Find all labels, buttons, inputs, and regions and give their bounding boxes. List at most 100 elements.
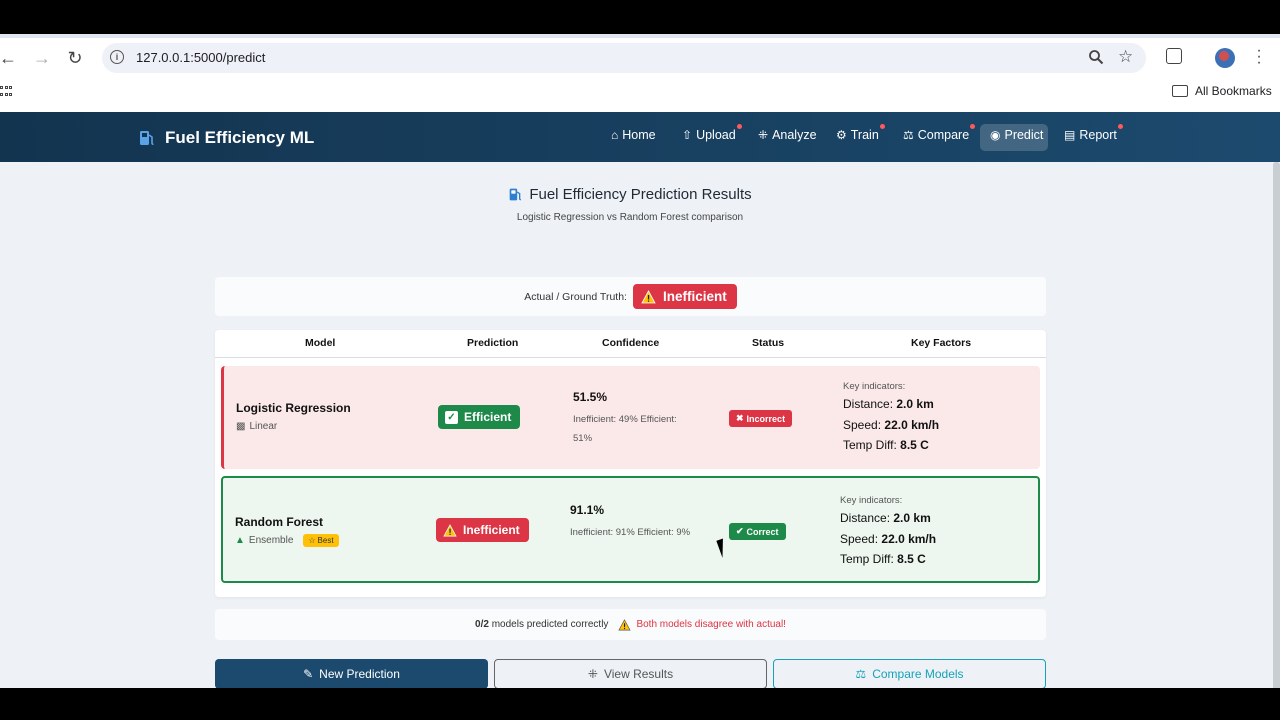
column-header: Prediction: [467, 337, 519, 349]
warning-icon: [618, 618, 632, 630]
column-header: Confidence: [602, 337, 660, 349]
confidence-detail: Inefficient: 49% Efficient: 51%: [573, 414, 677, 444]
confidence-detail: Inefficient: 91% Efficient: 9%: [570, 527, 691, 538]
screen-top-border: [0, 0, 1280, 34]
notification-dot: [879, 124, 885, 129]
kf-temp: Temp Diff: 8.5 C: [840, 549, 936, 570]
nav-upload-label: Upload: [696, 128, 736, 142]
kf-distance-label: Distance:: [843, 397, 894, 411]
brand[interactable]: Fuel Efficiency ML: [138, 128, 314, 148]
kf-distance: Distance: 2.0 km: [840, 508, 936, 529]
kf-temp-label: Temp Diff:: [843, 438, 897, 452]
kf-speed: Speed: 22.0 km/h: [843, 415, 939, 436]
nav-train[interactable]: ⚙ Train: [836, 124, 885, 142]
new-prediction-button[interactable]: ✎ New Prediction: [215, 659, 488, 688]
summary-label: models predicted correctly: [491, 619, 609, 630]
page-title: Fuel Efficiency Prediction Results: [0, 186, 1260, 203]
nav-train-label: Train: [850, 128, 879, 142]
best-badge: ☆ Best: [303, 534, 339, 547]
folder-icon: [1172, 85, 1188, 97]
gas-pump-icon: [140, 131, 154, 145]
upload-icon: ⇧: [682, 128, 693, 142]
model-name: Random Forest: [235, 515, 324, 529]
nav-predict-label: Predict: [1004, 128, 1044, 142]
confidence-value: 51.5%: [573, 390, 608, 404]
model-type: ▩ Linear: [236, 421, 277, 432]
warning-icon: [443, 523, 457, 536]
page-subtitle: Logistic Regression vs Random Forest com…: [516, 212, 744, 223]
ground-truth-badge: Inefficient: [632, 284, 737, 309]
home-icon: ⌂: [611, 128, 619, 142]
nav-compare[interactable]: ⚖ Compare: [903, 124, 976, 142]
prediction-label: Efficient: [464, 410, 512, 424]
kf-speed-label: Speed:: [840, 531, 879, 546]
zoom-icon[interactable]: [1088, 49, 1104, 65]
forward-arrow-icon[interactable]: →: [30, 46, 54, 70]
tree-icon: ▲: [235, 535, 245, 546]
notification-dot: [736, 124, 742, 129]
new-prediction-label: New Prediction: [319, 667, 400, 681]
ground-truth-bar: Actual / Ground Truth: Inefficient: [215, 277, 1046, 316]
profile-avatar[interactable]: [1215, 48, 1235, 68]
prediction-badge: Inefficient: [436, 518, 529, 542]
all-bookmarks[interactable]: All Bookmarks: [1172, 84, 1272, 98]
pencil-icon: ✎: [303, 667, 314, 681]
model-type-label: Ensemble: [248, 535, 294, 546]
compare-models-button[interactable]: ⚖ Compare Models: [773, 659, 1046, 688]
file-icon: ▤: [1064, 128, 1076, 142]
results-table: Model Prediction Confidence Status Key F…: [215, 330, 1046, 597]
page-scrollbar[interactable]: [1273, 162, 1280, 688]
status-badge: ✖ Incorrect: [729, 410, 793, 427]
column-header: Key Factors: [911, 337, 972, 349]
url-text[interactable]: 127.0.0.1:5000/predict: [136, 50, 265, 65]
kf-temp-label: Temp Diff:: [840, 552, 894, 566]
kf-distance-value: 2.0 km: [893, 511, 931, 525]
balance-scale-icon: ⚖: [903, 128, 914, 142]
browser-menu-icon[interactable]: · · ·: [1254, 43, 1264, 71]
apps-grid-icon[interactable]: [0, 86, 12, 98]
gauge-icon: ◉: [990, 128, 1001, 142]
brand-label: Fuel Efficiency ML: [165, 128, 315, 147]
nav-home[interactable]: ⌂ Home: [611, 128, 656, 142]
chart-line-icon: ⁜: [587, 667, 598, 681]
confidence-value: 91.1%: [570, 503, 605, 517]
compare-models-label: Compare Models: [872, 667, 964, 681]
summary-warning-text: Both models disagree with actual!: [636, 619, 786, 630]
key-factors-heading: Key indicators:: [840, 495, 903, 506]
back-arrow-icon[interactable]: ←: [0, 46, 20, 70]
navbar: Fuel Efficiency ML ⌂ Home ⇧ Upload ⁜ Ana…: [0, 112, 1280, 162]
star-icon: ☆: [308, 536, 316, 545]
summary-warning: Both models disagree with actual!: [618, 618, 786, 631]
status-label: Correct: [746, 526, 779, 537]
nav-report-label: Report: [1079, 128, 1117, 142]
nav-upload[interactable]: ⇧ Upload: [682, 124, 742, 142]
reload-icon[interactable]: ↻: [63, 46, 87, 70]
summary-text: 0/2 models predicted correctly: [475, 619, 608, 630]
column-header: Status: [752, 337, 785, 349]
extensions-icon[interactable]: [1166, 48, 1182, 64]
nav-predict[interactable]: ◉ Predict: [990, 128, 1043, 142]
kf-speed: Speed: 22.0 km/h: [840, 529, 936, 550]
robot-icon: ⚙: [836, 128, 847, 142]
x-icon: ✖: [736, 413, 744, 423]
model-type: ▲ Ensemble ☆ Best: [235, 534, 339, 547]
kf-temp: Temp Diff: 8.5 C: [843, 435, 939, 456]
site-info-icon[interactable]: i: [110, 50, 124, 64]
nav-report[interactable]: ▤ Report: [1064, 124, 1123, 142]
kf-distance-value: 2.0 km: [896, 397, 934, 411]
nav-home-label: Home: [622, 128, 656, 142]
nav-analyze-label: Analyze: [772, 128, 817, 142]
model-name: Logistic Regression: [236, 401, 351, 415]
tab-strip: [0, 34, 1280, 38]
nav-analyze[interactable]: ⁜ Analyze: [758, 128, 817, 142]
nav-compare-label: Compare: [917, 128, 970, 142]
bookmark-star-icon[interactable]: ☆: [1118, 47, 1133, 67]
kf-temp-value: 8.5 C: [897, 552, 926, 566]
bar-chart-icon: ▩: [236, 421, 246, 432]
view-results-button[interactable]: ⁜ View Results: [494, 659, 767, 688]
check-icon: ✔: [736, 526, 744, 536]
kf-speed-value: 22.0 km/h: [884, 417, 940, 432]
table-row-logistic-regression: Logistic Regression ▩ Linear ✓ Efficient…: [221, 366, 1040, 469]
view-results-label: View Results: [603, 667, 674, 681]
status-badge: ✔ Correct: [729, 523, 786, 540]
